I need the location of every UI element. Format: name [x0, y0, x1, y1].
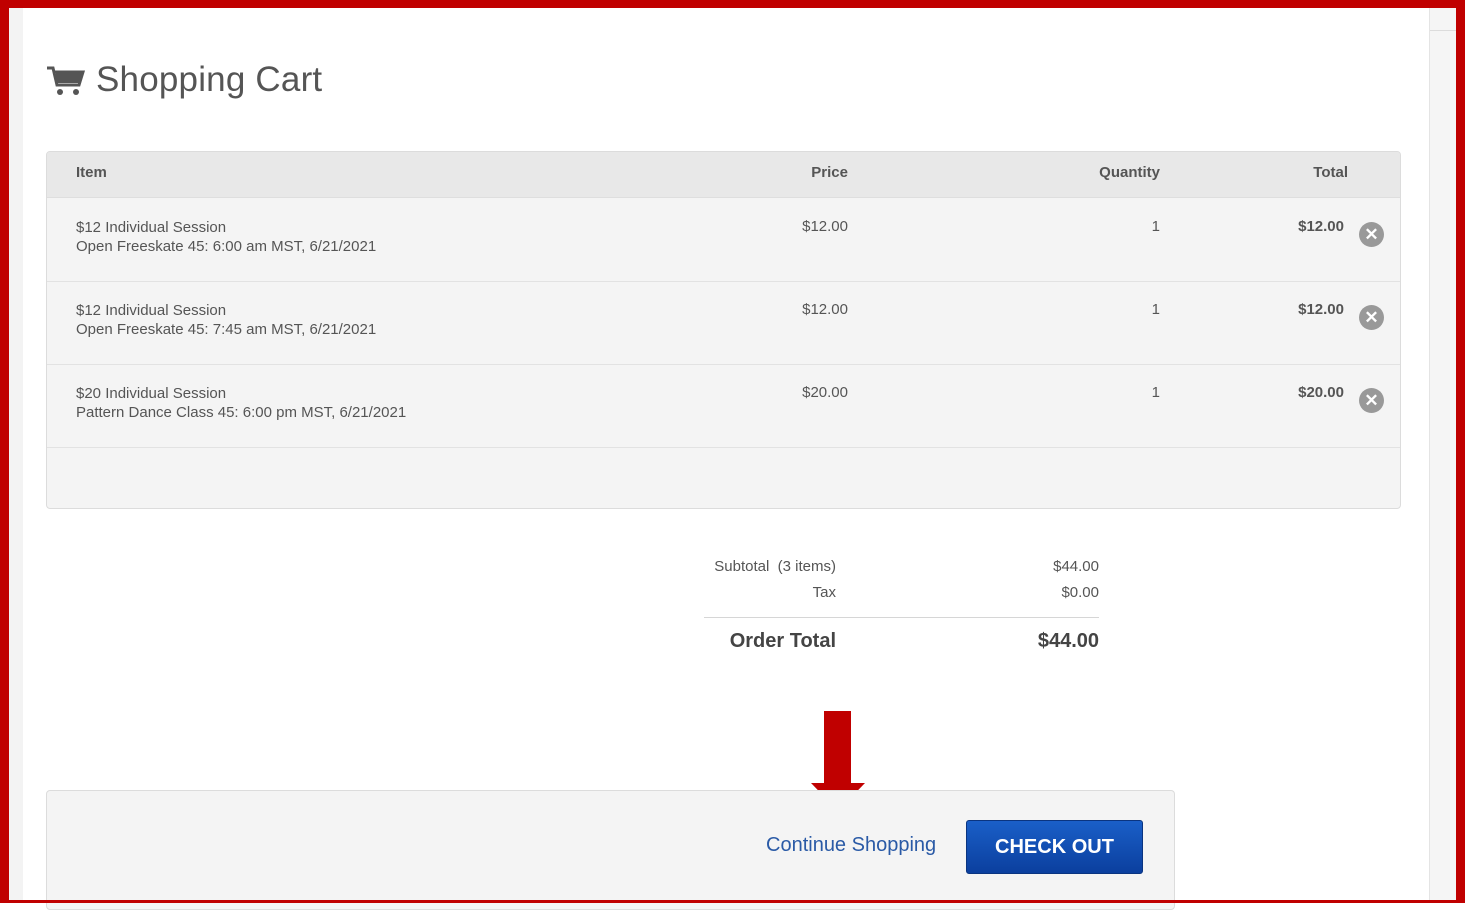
item-cell: $20 Individual Session Pattern Dance Cla… — [76, 384, 406, 422]
item-quantity: 1 — [1151, 384, 1160, 401]
remove-circle-icon[interactable]: ✕ — [1359, 222, 1384, 247]
subtotal-line: Subtotal (3 items) $44.00 — [704, 558, 1099, 584]
item-name: $12 Individual Session — [76, 302, 227, 319]
table-row: $12 Individual Session Open Freeskate 45… — [47, 281, 1400, 365]
item-cell: $12 Individual Session Open Freeskate 45… — [76, 218, 376, 256]
item-detail: Open Freeskate 45: 7:45 am MST, 6/21/202… — [76, 321, 377, 338]
continue-shopping-link[interactable]: Continue Shopping — [766, 834, 936, 857]
item-price: $20.00 — [802, 384, 848, 401]
column-header-total: Total — [1313, 164, 1348, 181]
page-header: Shopping Cart — [46, 60, 322, 100]
tax-line: Tax $0.00 — [704, 584, 1099, 610]
column-header-quantity: Quantity — [1099, 164, 1160, 181]
page-title: Shopping Cart — [96, 60, 323, 99]
page-gutter-left — [9, 8, 23, 903]
item-cell: $12 Individual Session Open Freeskate 45… — [76, 301, 376, 339]
item-name: $20 Individual Session — [76, 385, 227, 402]
page-gutter-right — [1429, 8, 1457, 903]
order-summary: Subtotal (3 items) $44.00 Tax $0.00 Orde… — [704, 558, 1099, 660]
summary-divider — [704, 617, 1099, 618]
column-header-item: Item — [76, 164, 107, 181]
subtotal-label: Subtotal (3 items) — [714, 558, 836, 575]
column-header-price: Price — [811, 164, 848, 181]
item-name: $12 Individual Session — [76, 219, 227, 236]
item-price: $12.00 — [802, 301, 848, 318]
order-total-line: Order Total $44.00 — [704, 630, 1099, 660]
checkout-button[interactable]: CHECK OUT — [966, 820, 1143, 874]
order-total-value: $44.00 — [1037, 630, 1099, 652]
table-row: $20 Individual Session Pattern Dance Cla… — [47, 364, 1400, 448]
table-header: Item Price Quantity Total — [47, 152, 1400, 198]
item-detail: Open Freeskate 45: 6:00 am MST, 6/21/202… — [76, 238, 377, 255]
tax-value: $0.00 — [1061, 584, 1099, 601]
item-price: $12.00 — [802, 218, 848, 235]
item-detail: Pattern Dance Class 45: 6:00 pm MST, 6/2… — [76, 404, 407, 421]
item-quantity: 1 — [1151, 301, 1160, 318]
table-row: $12 Individual Session Open Freeskate 45… — [47, 198, 1400, 282]
cart-table: Item Price Quantity Total $12 Individual… — [46, 151, 1401, 509]
item-total: $12.00 — [1298, 218, 1344, 235]
tax-label: Tax — [812, 584, 836, 601]
remove-circle-icon[interactable]: ✕ — [1359, 388, 1384, 413]
item-quantity: 1 — [1151, 218, 1160, 235]
subtotal-value: $44.00 — [1053, 558, 1099, 575]
item-total: $20.00 — [1298, 384, 1344, 401]
order-total-label: Order Total — [729, 630, 836, 652]
remove-circle-icon[interactable]: ✕ — [1359, 305, 1384, 330]
shopping-cart-icon — [47, 66, 86, 95]
item-total: $12.00 — [1298, 301, 1344, 318]
